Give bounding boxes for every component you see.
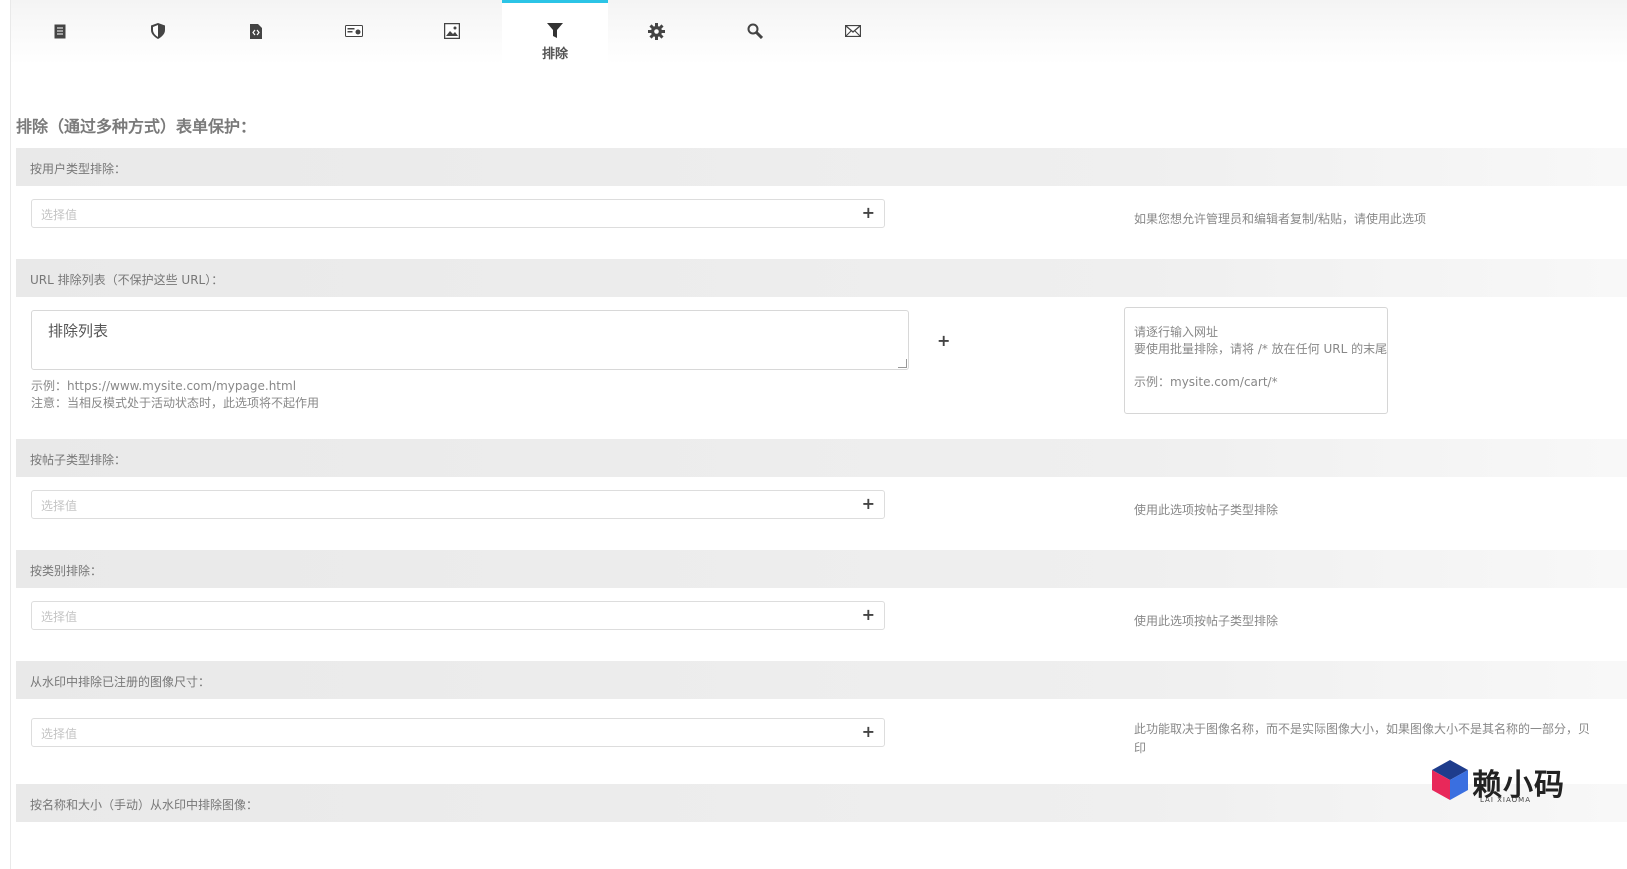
- section-header-label: 按用户类型排除：: [30, 162, 127, 176]
- section-header-url-list: URL 排除列表（不保护这些 URL）：: [16, 259, 1627, 297]
- post-type-select[interactable]: 选择值 +: [31, 490, 885, 519]
- select-placeholder: 选择值: [41, 499, 78, 513]
- resize-handle[interactable]: [898, 359, 907, 368]
- select-placeholder: 选择值: [41, 208, 78, 222]
- tab-document[interactable]: [11, 0, 109, 62]
- section-header-label: 按名称和大小（手动）从水印中排除图像：: [30, 798, 259, 812]
- section-header-user-type: 按用户类型排除：: [16, 148, 1627, 186]
- plus-icon[interactable]: +: [862, 605, 875, 624]
- section-header-name-size: 按名称和大小（手动）从水印中排除图像：: [16, 784, 1627, 822]
- category-help: 使用此选项按帖子类型排除: [1134, 614, 1279, 628]
- id-card-icon: [345, 22, 363, 40]
- image-sizes-help-line-1: 此功能取决于图像名称，而不是实际图像大小，如果图像大小不是其名称的一部分，贝: [1134, 722, 1591, 736]
- section-header-label: URL 排除列表（不保护这些 URL）：: [30, 273, 224, 287]
- plus-icon[interactable]: +: [862, 722, 875, 741]
- watermark-subtext: LAI XIAOMA: [1480, 796, 1532, 804]
- filter-icon: [546, 22, 564, 40]
- select-placeholder: 选择值: [41, 727, 78, 741]
- gear-icon: [647, 22, 665, 40]
- tab-bar: 排除: [11, 0, 1627, 64]
- tab-mail[interactable]: [804, 0, 902, 62]
- tab-shield[interactable]: [109, 0, 207, 62]
- code-file-icon: [247, 22, 265, 40]
- tab-exclude-label: 排除: [541, 47, 568, 62]
- section-header-image-sizes: 从水印中排除已注册的图像尺寸：: [16, 661, 1627, 699]
- tab-code-file[interactable]: [207, 0, 305, 62]
- image-sizes-help-line-2: 印: [1134, 741, 1147, 755]
- plus-icon[interactable]: +: [862, 494, 875, 513]
- category-select[interactable]: 选择值 +: [31, 601, 885, 630]
- select-placeholder: 选择值: [41, 610, 78, 624]
- url-example-note: 示例：https://www.mysite.com/mypage.html: [31, 379, 297, 393]
- textarea-value: 排除列表: [48, 322, 109, 340]
- page-title: 排除（通过多种方式）表单保护：: [16, 117, 257, 136]
- mail-icon: [844, 22, 862, 40]
- user-type-help: 如果您想允许管理员和编辑者复制/粘贴，请使用此选项: [1134, 212, 1427, 226]
- url-hint-box: 请逐行输入网址 要使用批量排除，请将 /* 放在任何 URL 的末尾 示例：my…: [1124, 307, 1388, 414]
- user-type-select[interactable]: 选择值 +: [31, 199, 885, 228]
- document-icon: [51, 22, 69, 40]
- section-header-label: 从水印中排除已注册的图像尺寸：: [30, 675, 211, 689]
- logo-cube-icon: [1432, 760, 1468, 800]
- image-sizes-select[interactable]: 选择值 +: [31, 718, 885, 747]
- section-header-label: 按类别排除：: [30, 564, 103, 578]
- shield-icon: [149, 22, 167, 40]
- image-icon: [443, 22, 461, 40]
- url-notice-note: 注意：当相反模式处于活动状态时，此选项将不起作用: [31, 396, 320, 410]
- hint-line-2: 要使用批量排除，请将 /* 放在任何 URL 的末尾: [1134, 342, 1388, 356]
- section-header-label: 按帖子类型排除：: [30, 453, 127, 467]
- plus-icon[interactable]: +: [862, 203, 875, 222]
- tab-image[interactable]: [403, 0, 501, 62]
- left-border: [10, 0, 11, 869]
- url-exclude-textarea[interactable]: 排除列表: [31, 310, 909, 370]
- section-header-category: 按类别排除：: [16, 550, 1627, 588]
- add-url-plus-icon[interactable]: +: [937, 331, 950, 350]
- search-icon: [746, 22, 764, 40]
- hint-line-3: 示例：mysite.com/cart/*: [1134, 375, 1278, 389]
- tab-settings[interactable]: [607, 0, 705, 62]
- post-type-help: 使用此选项按帖子类型排除: [1134, 503, 1279, 517]
- tab-search[interactable]: [706, 0, 804, 62]
- tab-id-card[interactable]: [305, 0, 403, 62]
- tab-exclude[interactable]: 排除: [502, 0, 608, 63]
- hint-line-1: 请逐行输入网址: [1134, 325, 1219, 339]
- section-header-post-type: 按帖子类型排除：: [16, 439, 1627, 477]
- watermark-logo: 赖小码 LAI XIAOMA: [1430, 758, 1570, 810]
